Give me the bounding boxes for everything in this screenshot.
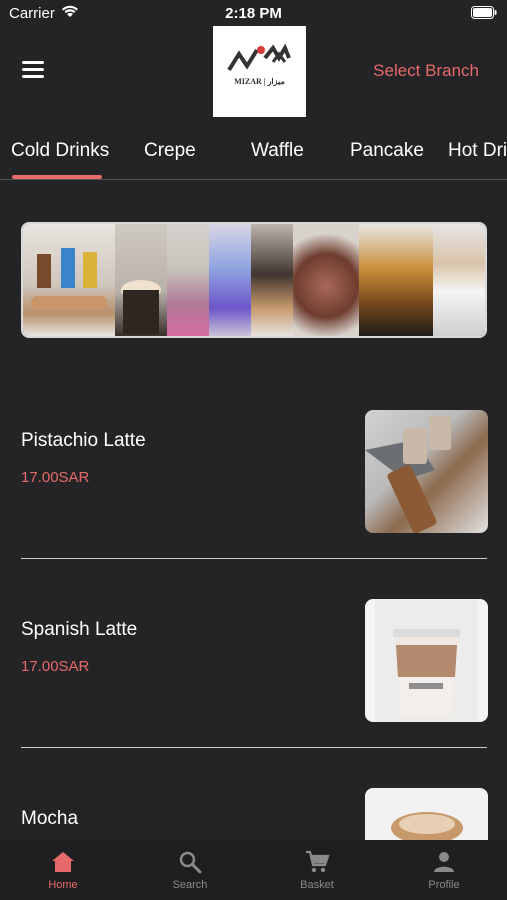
status-time: 2:18 PM bbox=[225, 5, 282, 22]
search-icon bbox=[179, 851, 202, 874]
divider bbox=[21, 558, 487, 559]
status-bar: Carrier 2:18 PM bbox=[0, 0, 507, 26]
tab-hot-drinks[interactable]: Hot Dri bbox=[448, 140, 507, 162]
nav-home[interactable]: Home bbox=[0, 840, 126, 900]
banner-image-dessert-plate bbox=[293, 224, 359, 336]
nav-label: Profile bbox=[428, 879, 460, 891]
category-tabs: Cold Drinks Crepe Waffle Pancake Hot Dri bbox=[0, 136, 507, 180]
battery-icon bbox=[471, 6, 497, 19]
nav-profile[interactable]: Profile bbox=[381, 840, 507, 900]
product-name: Mocha bbox=[21, 808, 79, 829]
banner-image-iced-tea bbox=[359, 224, 433, 336]
logo-wordmark: MIZAR | ميزار bbox=[234, 77, 285, 86]
nav-basket[interactable]: Basket bbox=[254, 840, 380, 900]
nav-label: Basket bbox=[300, 879, 334, 891]
person-icon bbox=[434, 852, 454, 872]
product-item[interactable]: Spanish Latte 17.00SAR bbox=[0, 589, 507, 749]
product-item[interactable]: Mocha bbox=[0, 778, 507, 840]
select-branch-button[interactable]: Select Branch bbox=[373, 61, 479, 81]
tab-waffle[interactable]: Waffle bbox=[251, 140, 304, 162]
divider bbox=[21, 747, 487, 748]
banner-image-marshmallow bbox=[115, 224, 167, 336]
home-icon bbox=[52, 852, 74, 872]
banner-image-waffle bbox=[251, 224, 293, 336]
banner-image-pink-drink bbox=[167, 224, 209, 336]
product-image bbox=[365, 410, 488, 533]
cart-icon bbox=[306, 850, 330, 873]
nav-label: Home bbox=[48, 879, 78, 891]
product-price: 17.00SAR bbox=[21, 469, 90, 486]
product-name: Pistachio Latte bbox=[21, 430, 146, 451]
product-image bbox=[365, 599, 488, 722]
nav-search[interactable]: Search bbox=[127, 840, 253, 900]
promo-banner[interactable] bbox=[21, 222, 487, 338]
product-price: 17.00SAR bbox=[21, 658, 90, 675]
banner-image-latte-art bbox=[433, 224, 485, 336]
tab-pancake[interactable]: Pancake bbox=[350, 140, 424, 162]
banner-image-drinks bbox=[23, 224, 115, 336]
product-image bbox=[365, 788, 488, 840]
product-item[interactable]: Pistachio Latte 17.00SAR bbox=[0, 400, 507, 560]
tab-cold-drinks[interactable]: Cold Drinks bbox=[11, 140, 109, 162]
tab-crepe[interactable]: Crepe bbox=[144, 140, 196, 162]
logo-mark-icon bbox=[227, 43, 291, 72]
app-header: MIZAR | ميزار Select Branch bbox=[0, 26, 507, 120]
bottom-nav: Home Search Basket Profile bbox=[0, 840, 507, 900]
nav-label: Search bbox=[172, 879, 208, 891]
menu-icon[interactable] bbox=[22, 61, 48, 81]
brand-logo: MIZAR | ميزار bbox=[213, 26, 306, 117]
product-name: Spanish Latte bbox=[21, 619, 138, 640]
banner-image-blue-drink bbox=[209, 224, 251, 336]
active-tab-indicator bbox=[12, 175, 102, 179]
